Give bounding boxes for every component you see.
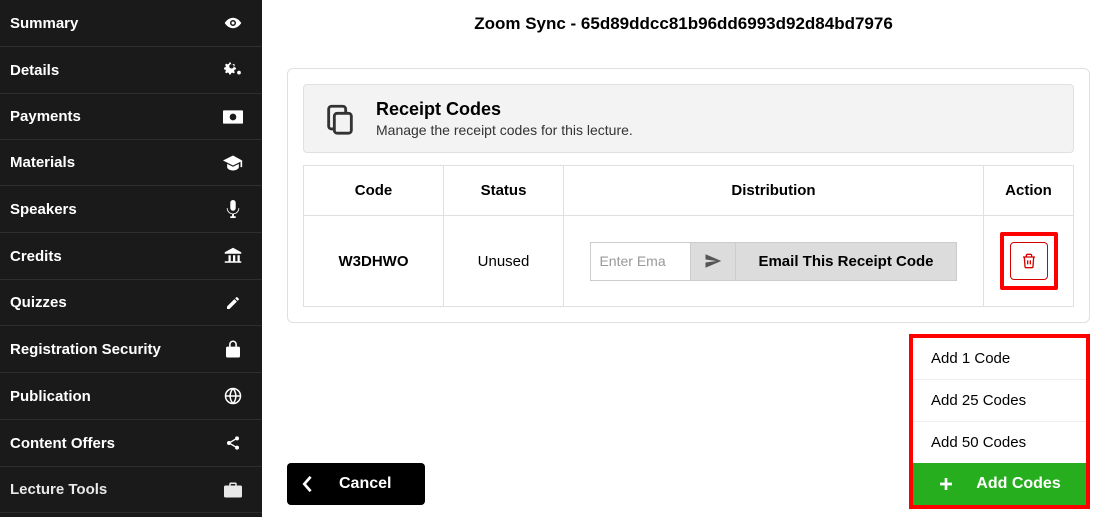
section-title: Receipt Codes: [376, 99, 633, 120]
col-code: Code: [304, 166, 444, 216]
menu-add-50[interactable]: Add 50 Codes: [913, 421, 1086, 463]
add-codes-label: Add Codes: [976, 475, 1060, 493]
graduation-cap-icon: [222, 155, 244, 171]
sidebar: Summary Details Payments Materials Speak…: [0, 0, 262, 517]
trash-icon: [1021, 252, 1037, 270]
sidebar-item-quizzes[interactable]: Quizzes: [0, 280, 262, 326]
page-title: Zoom Sync - 65d89ddcc81b96dd6993d92d84bd…: [262, 0, 1105, 48]
action-cell: [984, 216, 1074, 307]
col-action: Action: [984, 166, 1074, 216]
sidebar-item-label: Quizzes: [10, 294, 67, 311]
table-row: W3DHWO Unused Email This Receipt Code: [304, 216, 1074, 307]
sidebar-item-label: Materials: [10, 154, 75, 171]
sidebar-item-label: Publication: [10, 388, 91, 405]
sidebar-item-materials[interactable]: Materials: [0, 140, 262, 186]
section-header: Receipt Codes Manage the receipt codes f…: [303, 84, 1074, 153]
menu-add-1[interactable]: Add 1 Code: [913, 338, 1086, 379]
email-receipt-button[interactable]: Email This Receipt Code: [736, 242, 956, 281]
sidebar-item-label: Speakers: [10, 201, 77, 218]
sidebar-item-label: Details: [10, 62, 59, 79]
bank-icon: [222, 247, 244, 265]
distribution-cell: Email This Receipt Code: [564, 216, 984, 307]
eye-icon: [222, 14, 244, 32]
sidebar-item-label: Lecture Tools: [10, 481, 107, 498]
sidebar-item-summary[interactable]: Summary: [0, 0, 262, 47]
sidebar-item-publication[interactable]: Publication: [0, 373, 262, 420]
receipt-codes-table: Code Status Distribution Action W3DHWO U…: [303, 165, 1074, 307]
money-icon: [222, 110, 244, 124]
plus-icon: [938, 476, 954, 492]
section-subtitle: Manage the receipt codes for this lectur…: [376, 122, 633, 138]
sidebar-item-speakers[interactable]: Speakers: [0, 186, 262, 233]
code-value: W3DHWO: [304, 216, 444, 307]
sidebar-item-lecture-tools[interactable]: Lecture Tools: [0, 467, 262, 513]
add-codes-button[interactable]: Add Codes: [913, 463, 1086, 505]
sidebar-item-label: Summary: [10, 15, 78, 32]
chevron-left-icon: [301, 475, 313, 493]
copy-icon: [322, 101, 358, 137]
status-value: Unused: [444, 216, 564, 307]
email-input[interactable]: [590, 242, 690, 281]
col-distribution: Distribution: [564, 166, 984, 216]
paper-plane-icon: [704, 252, 722, 270]
cancel-label: Cancel: [339, 475, 391, 493]
sidebar-item-label: Registration Security: [10, 341, 161, 358]
receipt-codes-panel: Receipt Codes Manage the receipt codes f…: [287, 68, 1090, 323]
microphone-icon: [222, 200, 244, 218]
sidebar-item-payments[interactable]: Payments: [0, 94, 262, 140]
menu-add-25[interactable]: Add 25 Codes: [913, 379, 1086, 421]
pencil-icon: [222, 295, 244, 311]
share-icon: [222, 434, 244, 452]
sidebar-item-registration-security[interactable]: Registration Security: [0, 326, 262, 373]
delete-highlight: [1000, 232, 1058, 290]
sidebar-item-label: Payments: [10, 108, 81, 125]
sidebar-item-details[interactable]: Details: [0, 47, 262, 94]
main-content: Zoom Sync - 65d89ddcc81b96dd6993d92d84bd…: [262, 0, 1105, 517]
cogs-icon: [222, 61, 244, 79]
add-codes-menu: Add 1 Code Add 25 Codes Add 50 Codes Add…: [909, 334, 1090, 509]
sidebar-item-label: Content Offers: [10, 435, 115, 452]
lock-icon: [222, 340, 244, 358]
sidebar-item-label: Credits: [10, 248, 62, 265]
delete-button[interactable]: [1010, 242, 1048, 280]
cancel-button[interactable]: Cancel: [287, 463, 425, 505]
col-status: Status: [444, 166, 564, 216]
sidebar-item-content-offers[interactable]: Content Offers: [0, 420, 262, 467]
briefcase-icon: [222, 482, 244, 498]
send-email-button[interactable]: [690, 242, 736, 281]
sidebar-item-credits[interactable]: Credits: [0, 233, 262, 280]
globe-icon: [222, 387, 244, 405]
